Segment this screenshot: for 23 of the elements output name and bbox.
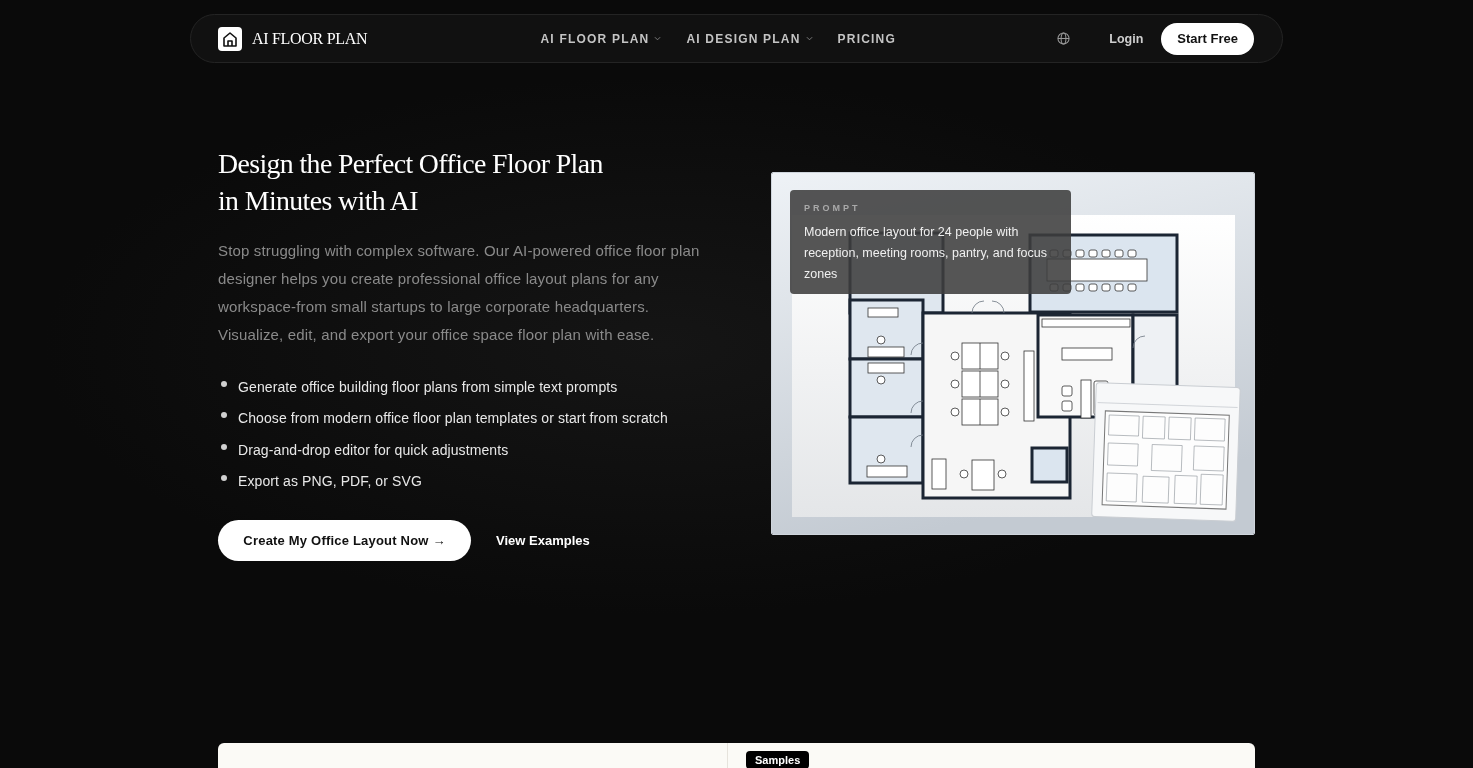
nav-link[interactable]: AI DESIGN PLAN — [686, 31, 813, 46]
bullet-icon — [221, 475, 227, 482]
start-free-button[interactable]: Start Free — [1161, 22, 1254, 55]
feature-item: Generate office building floor plans from simple text prompts — [238, 378, 618, 395]
feature-item: Drag-and-drop editor for quick adjustments — [238, 441, 509, 458]
prompt-text: Modern office layout for 24 people with reception, meeting rooms, pantry, and focus zones — [804, 223, 1048, 283]
bullet-icon — [221, 380, 227, 387]
hero-heading: Design the Perfect Office Floor Plan in Minutes with AI — [218, 147, 604, 218]
bullet-icon — [221, 443, 227, 450]
bullet-icon — [221, 412, 227, 419]
nav-link[interactable]: PRICING — [837, 31, 896, 46]
feature-item: Export as PNG, PDF, or SVG — [238, 473, 422, 490]
prompt-label: PROMPT — [804, 201, 862, 214]
house-logo-icon[interactable] — [218, 26, 242, 51]
nav-link[interactable]: AI FLOOR PLAN — [540, 31, 662, 46]
view-examples-link[interactable]: View Examples — [496, 533, 590, 548]
globe-icon[interactable] — [1057, 32, 1071, 45]
login-link[interactable]: Login — [1109, 31, 1144, 46]
hero-description: Stop struggling with complex software. Our AI-powered office floor plan designer helps you create professional office layout plans for any workspace-from small startups to large corporate headquarters. Visualize, edit, and export your office space floor plan with ease. — [218, 241, 701, 345]
brand-name[interactable]: AI FLOOR PLAN — [252, 29, 368, 48]
section-label: Samples — [746, 751, 810, 768]
create-layout-button[interactable]: Create My Office Layout Now → — [218, 520, 471, 561]
feature-item: Choose from modern office floor plan templates or start from scratch — [238, 410, 668, 427]
